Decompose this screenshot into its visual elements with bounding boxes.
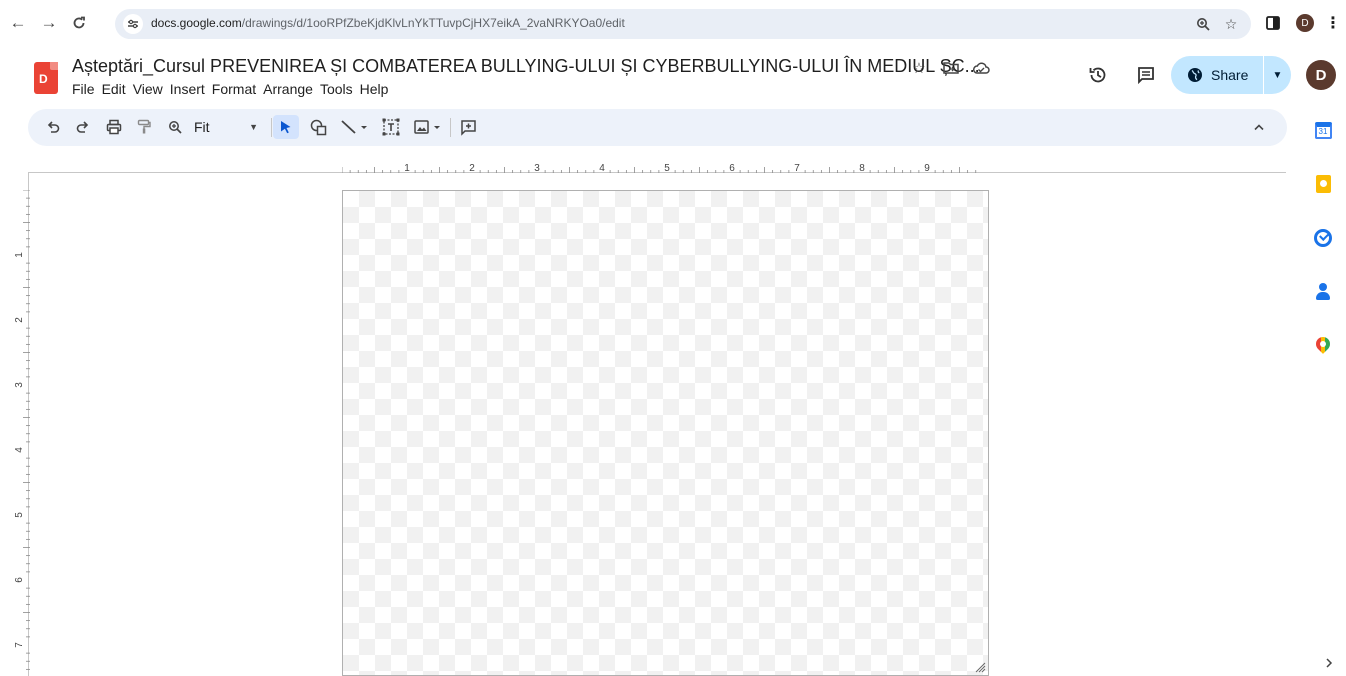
ruler-label: 4 — [14, 447, 25, 453]
toolbar-divider — [271, 118, 272, 137]
resize-handle-icon[interactable] — [974, 661, 986, 673]
move-folder-icon[interactable] — [940, 58, 962, 78]
bookmark-star-icon[interactable]: ☆ — [1221, 14, 1241, 34]
menu-tools[interactable]: Tools — [320, 81, 360, 97]
menu-edit[interactable]: Edit — [102, 81, 133, 97]
toolbar: Fit ▼ — [28, 109, 1287, 146]
side-panel: 31 — [1300, 108, 1346, 676]
back-arrow-icon[interactable]: ← — [4, 9, 32, 37]
zoom-icon[interactable] — [164, 115, 186, 139]
text-box-icon[interactable] — [378, 115, 404, 139]
image-tool-icon[interactable] — [410, 115, 446, 139]
menu-bar: File Edit View Insert Format Arrange Too… — [72, 81, 395, 97]
ruler-label: 1 — [14, 252, 25, 258]
ruler-label: 6 — [14, 577, 25, 583]
reload-icon[interactable] — [65, 9, 93, 37]
ruler-label: 2 — [469, 163, 475, 174]
expand-side-panel-icon[interactable] — [1320, 654, 1338, 672]
profile-avatar: D — [1296, 14, 1314, 32]
drawings-logo[interactable]: D — [34, 62, 58, 94]
ruler-label: 7 — [794, 163, 800, 174]
zoom-select[interactable]: Fit ▼ — [190, 115, 262, 139]
ruler-label: 6 — [729, 163, 735, 174]
ruler-label: 3 — [534, 163, 540, 174]
version-history-icon[interactable] — [1085, 62, 1111, 88]
toolbar-divider — [450, 118, 451, 137]
undo-icon[interactable] — [42, 115, 64, 139]
calendar-day: 31 — [1314, 121, 1332, 139]
ruler-label: 3 — [14, 382, 25, 388]
print-icon[interactable] — [102, 115, 126, 139]
add-comment-icon[interactable] — [456, 115, 480, 139]
contacts-icon[interactable] — [1313, 282, 1333, 302]
redo-icon[interactable] — [72, 115, 94, 139]
calendar-icon[interactable]: 31 — [1313, 120, 1333, 140]
collapse-toolbar-icon[interactable] — [1248, 115, 1270, 139]
star-icon[interactable]: ☆ — [908, 58, 930, 78]
profile-button[interactable]: D — [1294, 10, 1316, 36]
tasks-icon[interactable] — [1313, 228, 1333, 248]
drawing-canvas[interactable] — [342, 190, 989, 676]
share-label: Share — [1211, 67, 1249, 83]
ruler-label: 4 — [599, 163, 605, 174]
share-button[interactable]: Share ▼ — [1171, 56, 1291, 94]
ruler-label: 5 — [14, 512, 25, 518]
menu-insert[interactable]: Insert — [170, 81, 212, 97]
menu-format[interactable]: Format — [212, 81, 263, 97]
cloud-status-icon[interactable] — [970, 58, 992, 78]
menu-file[interactable]: File — [72, 81, 102, 97]
logo-glyph: D — [39, 72, 48, 86]
ruler-label: 5 — [664, 163, 670, 174]
forward-arrow-icon[interactable]: → — [35, 9, 63, 37]
url-path: /drawings/d/1ooRPfZbeKjdKlvLnYkTTuvpCjHX… — [241, 16, 625, 30]
ruler-label: 8 — [859, 163, 865, 174]
browser-chrome: ← → docs.google.com/drawings/d/1ooRPfZbe… — [0, 0, 1346, 48]
document-title[interactable]: Așteptări_Cursul PREVENIREA ȘI COMBATERE… — [72, 56, 980, 77]
ruler-label: 2 — [14, 317, 25, 323]
maps-icon[interactable] — [1313, 336, 1333, 356]
zoom-icon[interactable] — [1193, 14, 1213, 34]
globe-icon — [1188, 68, 1202, 82]
ruler-label: 9 — [924, 163, 930, 174]
more-vertical-icon[interactable]: ⋮ — [1325, 10, 1341, 36]
shape-tool-icon[interactable] — [306, 115, 330, 139]
zoom-value: Fit — [194, 119, 210, 135]
user-avatar[interactable]: D — [1306, 60, 1336, 90]
site-info-icon[interactable] — [123, 14, 143, 34]
keep-icon[interactable] — [1313, 174, 1333, 194]
vertical-ruler[interactable]: 1 2 3 4 5 6 7 — [14, 190, 30, 676]
side-panel-icon[interactable] — [1262, 10, 1284, 36]
select-tool-icon[interactable] — [273, 115, 299, 139]
menu-view[interactable]: View — [133, 81, 170, 97]
menu-help[interactable]: Help — [360, 81, 396, 97]
comments-icon[interactable] — [1133, 62, 1159, 88]
ruler-label: 7 — [14, 642, 25, 648]
url-host: docs.google.com — [151, 16, 242, 30]
zoom-dropdown-icon: ▼ — [249, 122, 258, 132]
share-main[interactable]: Share — [1171, 67, 1263, 83]
menu-arrange[interactable]: Arrange — [263, 81, 320, 97]
line-tool-icon[interactable] — [336, 115, 372, 139]
url-text[interactable]: docs.google.com/drawings/d/1ooRPfZbeKjdK… — [151, 16, 625, 30]
address-bar[interactable]: docs.google.com/drawings/d/1ooRPfZbeKjdK… — [115, 9, 1251, 39]
share-dropdown-icon[interactable]: ▼ — [1264, 70, 1291, 81]
ruler-label: 1 — [404, 163, 410, 174]
paint-format-icon[interactable] — [132, 115, 156, 139]
horizontal-ruler[interactable]: 1 2 3 4 5 6 7 8 9 — [342, 160, 988, 174]
